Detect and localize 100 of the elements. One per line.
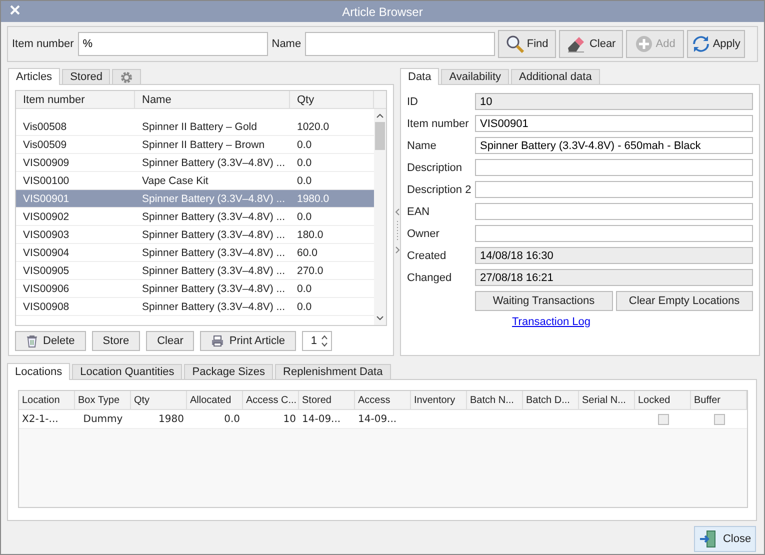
gear-icon — [120, 70, 134, 84]
trash-icon — [26, 334, 38, 348]
table-cell-text: Dummy — [82, 412, 124, 426]
column-header[interactable]: Batch N... — [467, 391, 523, 409]
column-header[interactable]: Serial N... — [579, 391, 635, 409]
scrollbar[interactable] — [374, 109, 386, 325]
text-field[interactable]: 10 — [475, 93, 753, 110]
table-row[interactable]: VIS00902 Spinner Battery (3.3V–4.8V) ... 0.0 — [16, 208, 374, 226]
checkbox[interactable] — [658, 414, 668, 424]
table-cell-text: 270.0 — [296, 264, 324, 278]
tab[interactable]: Additional data — [511, 69, 600, 84]
column-header[interactable]: Location — [19, 391, 75, 409]
table-cell-text: Spinner Battery (3.3V–4.8V) ... — [141, 264, 286, 278]
column-header[interactable]: Buffer — [691, 391, 747, 409]
field-label: Name — [272, 38, 302, 50]
column-header[interactable]: Inventory — [411, 391, 467, 409]
action-button[interactable]: Clear — [146, 331, 194, 351]
table-cell-text: 0.0 — [223, 412, 241, 426]
table-cell-text: VIS00100 — [22, 174, 70, 188]
column-header[interactable]: Allocated — [187, 391, 243, 409]
tab[interactable]: Locations — [7, 363, 70, 380]
close-button[interactable] — [9, 4, 21, 16]
chevron-down-icon — [376, 316, 384, 321]
table-cell-text: Spinner Battery (3.3V–4.8V) ... — [141, 192, 286, 206]
text-field[interactable] — [475, 225, 753, 242]
table-row[interactable]: Vis00508 Spinner II Battery – Gold 1020.0 — [16, 118, 374, 136]
field-label: Description 2 — [407, 184, 472, 196]
table-cell-text: 0.0 — [296, 138, 313, 152]
table-row[interactable]: VIS00903 Spinner Battery (3.3V–4.8V) ... 180.0 — [16, 226, 374, 244]
table-cell-text: Vis00509 — [22, 138, 68, 152]
name-field[interactable] — [305, 32, 496, 56]
column-header[interactable]: Batch D... — [523, 391, 579, 409]
column-header[interactable]: Box Type — [75, 391, 131, 409]
tab[interactable]: Availability — [441, 69, 510, 84]
action-button[interactable]: Delete — [15, 331, 86, 351]
column-header[interactable]: Access C... — [243, 391, 299, 409]
action-button[interactable]: Store — [92, 331, 140, 351]
close-button[interactable]: Close — [694, 526, 756, 552]
table-cell-text: VIS00904 — [22, 246, 70, 260]
column-header[interactable]: Stored — [299, 391, 355, 409]
copies-spinner[interactable]: 1 — [302, 331, 332, 351]
text-field[interactable] — [475, 159, 753, 176]
table-cell-text: 14-09... — [301, 412, 342, 426]
text-field[interactable]: VIS00901 — [475, 115, 753, 132]
text-field[interactable] — [475, 203, 753, 220]
table-cell-text: 14-09... — [357, 412, 398, 426]
eraser-icon — [566, 35, 586, 53]
table-cell-text: 0.0 — [296, 282, 313, 296]
chevron-up-icon — [376, 113, 384, 118]
checkbox[interactable] — [714, 414, 724, 424]
text-field[interactable]: 14/08/18 16:30 — [475, 247, 753, 264]
field-label: Created — [407, 250, 448, 262]
toolbar-button[interactable]: Find — [498, 30, 556, 58]
table-row[interactable]: Vis00509 Spinner II Battery – Brown 0.0 — [16, 136, 374, 154]
table-row[interactable]: VIS00909 Spinner Battery (3.3V–4.8V) ... 0.0 — [16, 154, 374, 172]
column-header[interactable]: Qty — [131, 391, 187, 409]
action-button[interactable]: Clear Empty Locations — [616, 291, 753, 311]
column-header[interactable]: Item number — [16, 91, 135, 108]
tab[interactable]: Replenishment Data — [275, 364, 391, 379]
table-row[interactable]: VIS00905 Spinner Battery (3.3V–4.8V) ... 270.0 — [16, 262, 374, 280]
text-field[interactable]: 27/08/18 16:21 — [475, 269, 753, 286]
plus-icon — [634, 35, 653, 53]
scroll-thumb[interactable] — [375, 122, 385, 150]
tab[interactable]: Articles — [8, 68, 60, 85]
tab[interactable] — [112, 69, 142, 84]
toolbar-button[interactable]: Apply — [687, 30, 746, 58]
table-cell-text: 0.0 — [296, 174, 313, 188]
spin-arrows-icon — [321, 335, 328, 347]
printer-icon — [211, 335, 224, 347]
table-row[interactable]: VIS00908 Spinner Battery (3.3V–4.8V) ... 0.0 — [16, 298, 374, 316]
column-header[interactable]: Locked — [635, 391, 691, 409]
action-button[interactable]: Waiting Transactions — [475, 291, 612, 311]
tab[interactable]: Location Quantities — [72, 364, 182, 379]
column-header[interactable]: Access — [355, 391, 411, 409]
transaction-log-link[interactable]: Transaction Log — [512, 316, 590, 328]
table-cell-text: X2-1-... — [21, 412, 60, 426]
table-cell-text: 1020.0 — [296, 120, 330, 134]
table-cell-text: VIS00903 — [22, 228, 70, 242]
table-cell-text: Spinner Battery (3.3V–4.8V) ... — [141, 210, 286, 224]
table-cell-text: 0.0 — [296, 156, 313, 170]
text-field[interactable] — [475, 181, 753, 198]
tab[interactable]: Data — [400, 68, 440, 85]
field-label: Changed — [407, 272, 453, 284]
refresh-icon — [692, 35, 710, 53]
table-cell-text: 1980 — [158, 412, 185, 426]
tab[interactable]: Stored — [62, 69, 110, 84]
table-row[interactable]: X2-1-... Dummy 1980 0.0 10 14-09... 14-09... — [19, 410, 747, 429]
tab[interactable]: Package Sizes — [184, 364, 274, 379]
field-label: Item number — [407, 118, 470, 130]
splitter-handle-icon — [394, 207, 400, 255]
toolbar-button[interactable]: Clear — [559, 30, 624, 58]
column-header[interactable]: Name — [135, 91, 290, 108]
text-field[interactable]: Spinner Battery (3.3V-4.8V) - 650mah - Black — [475, 137, 753, 154]
table-row[interactable]: VIS00904 Spinner Battery (3.3V–4.8V) ... 60.0 — [16, 244, 374, 262]
item-number-field[interactable]: % — [78, 32, 268, 56]
table-cell-text: VIS00908 — [22, 300, 70, 314]
field-label: Description — [407, 162, 464, 174]
column-header[interactable]: Qty — [290, 91, 374, 108]
action-button[interactable]: Print Article — [200, 331, 296, 351]
table-row[interactable]: VIS00906 Spinner Battery (3.3V–4.8V) ... 0.0 — [16, 280, 374, 298]
